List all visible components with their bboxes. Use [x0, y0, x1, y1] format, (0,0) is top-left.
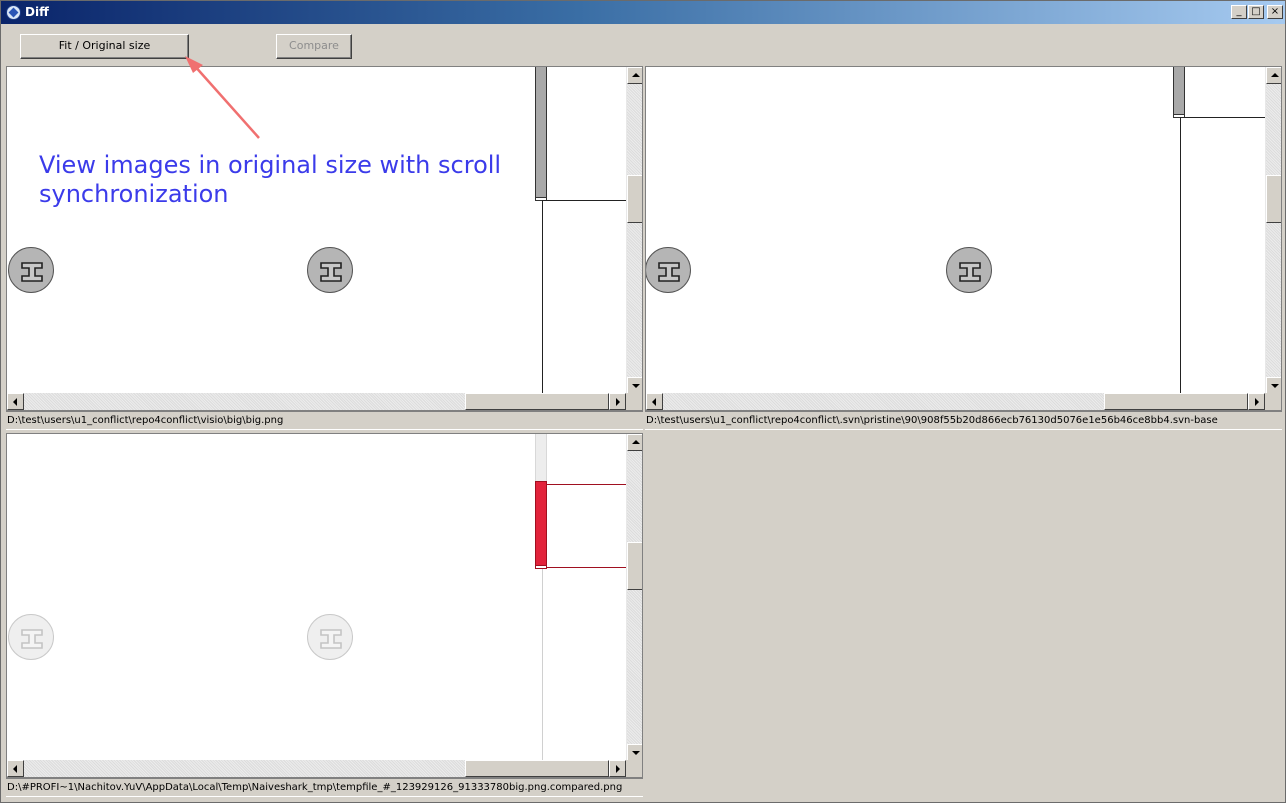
horizontal-line: [1180, 117, 1266, 118]
diff-line-top: [547, 484, 627, 485]
scroll-thumb[interactable]: [465, 393, 609, 410]
horizontal-line: [542, 200, 627, 201]
vertical-line: [542, 569, 543, 761]
right-image-canvas: [646, 67, 1266, 394]
scroll-left-button[interactable]: [7, 393, 24, 410]
minimize-button[interactable]: _: [1231, 5, 1247, 19]
right-image-pane[interactable]: [645, 66, 1282, 411]
column-shape: [535, 67, 547, 199]
column-shape-unchanged: [535, 434, 547, 481]
vertical-line: [1180, 118, 1181, 394]
left-vertical-scrollbar[interactable]: [626, 67, 642, 394]
compared-vertical-scrollbar[interactable]: [626, 434, 642, 761]
diff-highlight: [535, 481, 547, 567]
scroll-left-button[interactable]: [646, 393, 663, 410]
steel-beam-icon: [8, 614, 54, 660]
scroll-corner: [1265, 393, 1281, 410]
right-vertical-scrollbar[interactable]: [1265, 67, 1281, 394]
compared-file-path: D:\#PROFI~1\Nachitov.YuV\AppData\Local\T…: [6, 778, 643, 797]
scroll-thumb[interactable]: [627, 542, 642, 590]
scroll-up-button[interactable]: [1266, 67, 1281, 84]
scroll-thumb[interactable]: [1104, 393, 1248, 410]
column-shape: [1173, 67, 1185, 115]
right-horizontal-scrollbar[interactable]: [646, 393, 1265, 410]
scroll-right-button[interactable]: [609, 760, 626, 777]
vertical-line: [542, 201, 543, 394]
compared-image-canvas: [7, 434, 627, 761]
maximize-button[interactable]: □: [1248, 5, 1264, 19]
compared-image-pane[interactable]: [6, 433, 643, 778]
scroll-up-button[interactable]: [627, 434, 642, 451]
diff-highlight-base: [535, 565, 547, 569]
steel-beam-icon: [307, 247, 353, 293]
scroll-corner: [626, 393, 642, 410]
scroll-down-button[interactable]: [1266, 377, 1281, 394]
scroll-corner: [626, 760, 642, 777]
empty-area: [645, 433, 1282, 799]
steel-beam-icon: [8, 247, 54, 293]
scroll-down-button[interactable]: [627, 744, 642, 761]
diff-line-bottom: [547, 567, 627, 568]
steel-beam-icon: [946, 247, 992, 293]
left-horizontal-scrollbar[interactable]: [7, 393, 626, 410]
scroll-thumb[interactable]: [627, 175, 642, 223]
scroll-thumb[interactable]: [1266, 175, 1281, 223]
right-file-path: D:\test\users\u1_conflict\repo4conflict\…: [645, 411, 1282, 430]
steel-beam-icon: [646, 247, 691, 293]
scroll-up-button[interactable]: [627, 67, 642, 84]
scroll-down-button[interactable]: [627, 377, 642, 394]
left-file-path: D:\test\users\u1_conflict\repo4conflict\…: [6, 411, 643, 430]
close-button[interactable]: ×: [1267, 5, 1283, 19]
scroll-thumb[interactable]: [465, 760, 609, 777]
steel-beam-icon: [307, 614, 353, 660]
annotation-arrow: [185, 56, 260, 139]
compared-horizontal-scrollbar[interactable]: [7, 760, 626, 777]
diff-window: Diff _ □ × Fit / Original size Compare D…: [0, 0, 1286, 803]
scroll-right-button[interactable]: [1248, 393, 1265, 410]
scroll-right-button[interactable]: [609, 393, 626, 410]
scroll-left-button[interactable]: [7, 760, 24, 777]
